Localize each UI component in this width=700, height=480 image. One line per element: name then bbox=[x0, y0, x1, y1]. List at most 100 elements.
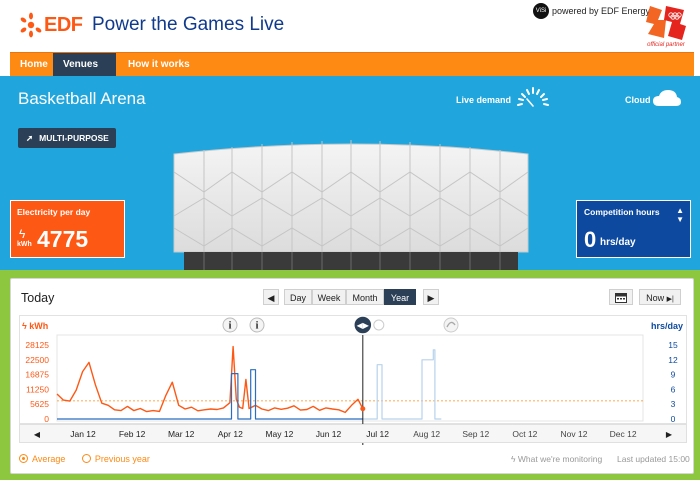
nav-how-it-works[interactable]: How it works bbox=[118, 53, 200, 77]
month-tick-label: Aug 12 bbox=[413, 429, 440, 439]
chevron-right-icon: ▶ bbox=[427, 293, 435, 303]
period-day-button[interactable]: Day bbox=[284, 289, 312, 305]
info-icon-glyph: i bbox=[256, 321, 259, 332]
month-tick-label: Sep 12 bbox=[462, 429, 489, 439]
electricity-per-day-card: Electricity per day ϟ kWh 4775 bbox=[10, 200, 125, 258]
legend-average[interactable]: Average bbox=[19, 454, 65, 464]
last-updated: Last updated 15:00 bbox=[617, 454, 690, 464]
left-tick-label: 11250 bbox=[26, 384, 49, 394]
arena-building-illustration bbox=[173, 140, 529, 270]
series-line-1 bbox=[57, 369, 363, 420]
left-tick-label: 5625 bbox=[30, 399, 49, 409]
scroll-left-icon: ◀ bbox=[34, 430, 41, 439]
visi-badge: ViSi bbox=[533, 3, 549, 19]
multi-purpose-button[interactable]: ➚ MULTI-PURPOSE bbox=[18, 128, 116, 148]
nav-venues[interactable]: Venues ▼ bbox=[53, 53, 116, 93]
monitoring-link[interactable]: ϟ What we're monitoring bbox=[511, 454, 602, 464]
current-point bbox=[360, 406, 366, 412]
nav-home[interactable]: Home bbox=[10, 53, 51, 77]
scroll-right-icon: ▶ bbox=[666, 430, 673, 439]
period-next-button[interactable]: ▶ bbox=[423, 289, 439, 305]
legend-previous-year[interactable]: Previous year bbox=[81, 454, 150, 464]
month-tick-label: Jul 12 bbox=[366, 429, 389, 439]
right-tick-label: 15 bbox=[668, 340, 678, 350]
chart-legend: Average Previous year bbox=[19, 454, 150, 464]
arena-panel: Basketball Arena Live demand Cloud ➚ MULT… bbox=[0, 76, 700, 270]
right-axis-label: hrs/day bbox=[651, 321, 683, 331]
right-tick-label: 12 bbox=[668, 355, 678, 365]
london-2012-logo: official partner bbox=[644, 4, 688, 50]
electricity-value: 4775 bbox=[37, 226, 89, 252]
left-tick-label: 28125 bbox=[25, 340, 49, 350]
faded-event-icon bbox=[373, 319, 385, 331]
series-line-0 bbox=[56, 345, 364, 414]
competition-label: Competition hours bbox=[584, 207, 660, 217]
month-tick-label: Jan 12 bbox=[70, 429, 96, 439]
month-tick-label: Mar 12 bbox=[168, 429, 195, 439]
month-tick-label: Jun 12 bbox=[316, 429, 342, 439]
legend-average-label: Average bbox=[32, 454, 66, 464]
chevron-left-icon: ◀ bbox=[267, 293, 275, 303]
period-week-button[interactable]: Week bbox=[312, 289, 346, 305]
now-button[interactable]: Now ▶| bbox=[639, 289, 681, 305]
panel-title: Today bbox=[21, 291, 55, 305]
chart-panel: Today ◀ Day Week Month Year ▶ Now ▶| ϟ k… bbox=[10, 278, 694, 474]
lightning-icon: ϟ bbox=[511, 454, 516, 464]
calendar-button[interactable] bbox=[609, 289, 633, 305]
cloud-icon bbox=[653, 90, 681, 106]
sort-arrows-icon[interactable]: ▲ ▼ bbox=[676, 206, 684, 224]
legend-previous-label: Previous year bbox=[94, 454, 150, 464]
now-label: Now bbox=[646, 293, 665, 303]
partner-text: official partner bbox=[647, 42, 685, 48]
top-bar: EDF Power the Games Live ViSi powered by… bbox=[0, 0, 700, 52]
scrubber-arrows-icon: ◀▶ bbox=[357, 321, 370, 330]
right-tick-label: 6 bbox=[671, 384, 676, 394]
competition-unit: hrs/day bbox=[600, 237, 636, 248]
radio-off-icon bbox=[81, 454, 91, 463]
period-year-button[interactable]: Year bbox=[384, 289, 416, 305]
arena-name: Basketball Arena bbox=[18, 89, 146, 108]
plot-frame bbox=[19, 315, 687, 424]
electricity-unit: kWh bbox=[17, 241, 32, 248]
competition-value: 0 bbox=[584, 227, 597, 252]
period-month-button[interactable]: Month bbox=[346, 289, 384, 305]
edf-logo-icon bbox=[20, 12, 42, 38]
month-tick-label: May 12 bbox=[265, 429, 293, 439]
skip-to-end-icon: ▶| bbox=[666, 296, 674, 303]
left-tick-label: 16875 bbox=[25, 370, 49, 380]
monitoring-label: What we're monitoring bbox=[517, 454, 603, 464]
demand-gauge-icon bbox=[517, 87, 549, 107]
electricity-label: Electricity per day bbox=[17, 207, 91, 217]
right-tick-label: 0 bbox=[671, 414, 676, 424]
month-tick-label: Nov 12 bbox=[561, 429, 588, 439]
main-nav: Home Venues ▼ How it works bbox=[10, 52, 694, 93]
energy-chart[interactable]: ϟ kWh hrs/day 28125 22500 16875 11250 5625 0 15 1… bbox=[19, 315, 687, 445]
month-tick-label: Dec 12 bbox=[610, 429, 637, 439]
info-icon-glyph: i bbox=[229, 321, 232, 332]
month-tick-label: Oct 12 bbox=[512, 429, 537, 439]
series-line-2 bbox=[362, 349, 442, 420]
powered-by-text: powered by EDF Energy bbox=[552, 6, 651, 16]
left-axis-label: ϟ kWh bbox=[22, 321, 48, 331]
powered-by: ViSi powered by EDF Energy bbox=[533, 3, 650, 19]
lightning-icon: ϟ bbox=[19, 227, 26, 241]
app-title: Power the Games Live bbox=[92, 14, 285, 35]
multi-purpose-label: MULTI-PURPOSE bbox=[39, 133, 109, 143]
competition-hours-card[interactable]: Competition hours ▲ ▼ 0 hrs/day bbox=[576, 200, 691, 258]
paralympic-event-icon bbox=[443, 317, 459, 333]
period-prev-button[interactable]: ◀ bbox=[263, 289, 279, 305]
edf-logo[interactable]: EDF bbox=[18, 12, 83, 40]
right-tick-label: 9 bbox=[671, 370, 676, 380]
live-demand-label: Live demand bbox=[456, 95, 512, 105]
arrow-right-icon: ➚ bbox=[26, 133, 34, 143]
left-tick-label: 0 bbox=[44, 414, 49, 424]
brand-name: EDF bbox=[44, 14, 83, 36]
radio-on-icon bbox=[19, 454, 28, 463]
month-tick-label: Feb 12 bbox=[119, 429, 146, 439]
left-tick-label: 22500 bbox=[25, 355, 49, 365]
month-tick-label: Apr 12 bbox=[218, 429, 243, 439]
right-tick-label: 3 bbox=[671, 399, 676, 409]
nav-venues-label: Venues bbox=[63, 59, 99, 70]
london-2012-icon bbox=[646, 6, 686, 40]
weather-label: Cloud bbox=[625, 95, 651, 105]
